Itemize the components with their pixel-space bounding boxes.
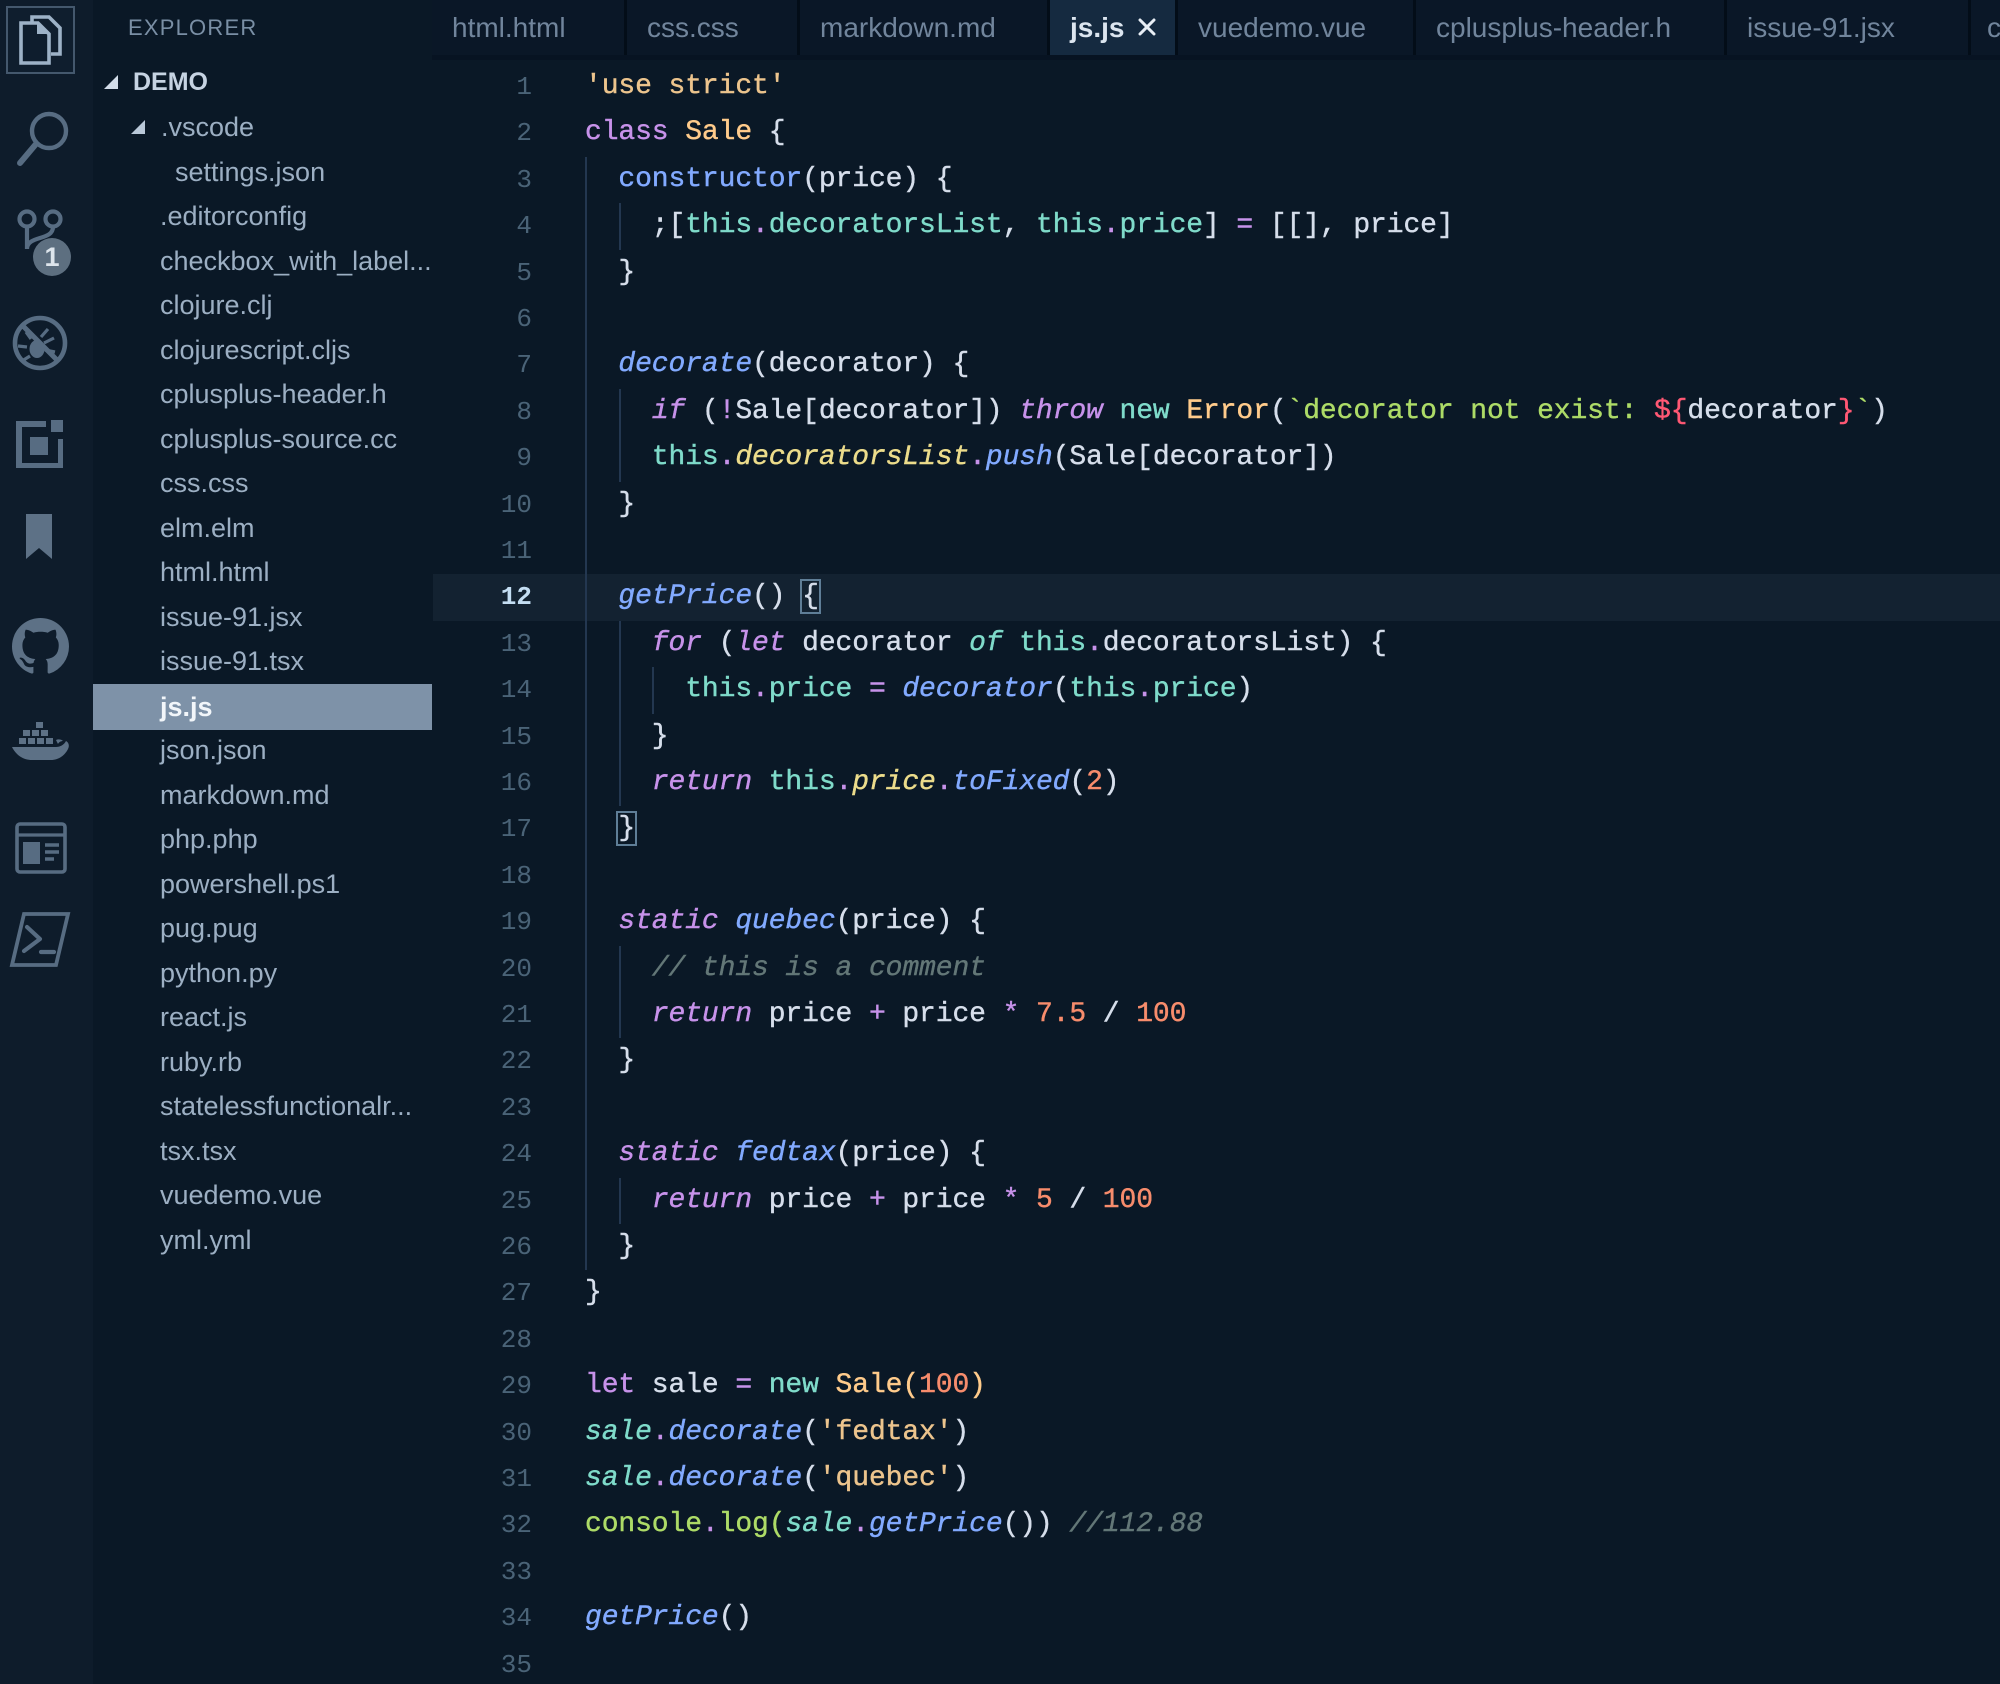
svg-text:1: 1	[44, 242, 59, 272]
